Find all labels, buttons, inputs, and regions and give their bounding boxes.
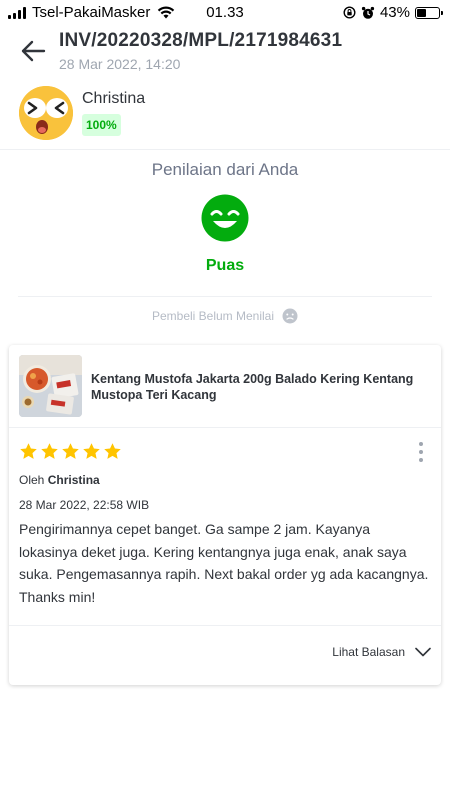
section-divider (0, 149, 450, 150)
product-image-icon (19, 355, 82, 417)
reviewer-line: Oleh Christina (19, 473, 100, 487)
buyer-status-text: Pembeli Belum Menilai (151, 309, 275, 323)
reviewer-prefix: Oleh (19, 473, 45, 487)
star-icon (41, 443, 58, 459)
reviewer-name: Christina (47, 473, 100, 487)
product-name[interactable]: Kentang Mustofa Jakarta 200g Balado Keri… (91, 371, 431, 403)
seller-name: Christina (82, 90, 146, 107)
rotation-lock-icon (343, 6, 356, 19)
status-bar: Tsel-PakaiMasker 01.33 43% (0, 0, 450, 26)
neutral-face-icon (282, 308, 298, 324)
buyer-rating-status: Pembeli Belum Menilai (0, 308, 450, 324)
smile-face-icon (201, 194, 249, 242)
star-icon (83, 443, 100, 459)
battery-icon (415, 6, 443, 19)
review-card: Kentang Mustofa Jakarta 200g Balado Keri… (9, 345, 441, 685)
battery-percent: 43% (379, 4, 410, 21)
arrow-left-icon (21, 40, 46, 62)
invoice-date: 28 Mar 2022, 14:20 (59, 56, 181, 72)
view-reply-button[interactable]: Lihat Balasan (332, 645, 431, 659)
review-date: 28 Mar 2022, 22:58 WIB (19, 498, 150, 512)
rating-divider (18, 296, 432, 297)
chevron-down-icon (415, 647, 431, 657)
status-right: 43% (343, 4, 443, 21)
product-thumbnail[interactable] (19, 355, 82, 417)
avatar[interactable] (19, 86, 73, 140)
invoice-number: INV/20220328/MPL/2171984631 (59, 30, 343, 51)
review-text: Pengirimannya cepet banget. Ga sampe 2 j… (19, 521, 429, 605)
back-button[interactable] (18, 36, 48, 66)
page-header: INV/20220328/MPL/2171984631 28 Mar 2022,… (0, 28, 450, 76)
card-divider (9, 427, 441, 428)
star-icon (104, 443, 121, 459)
star-icon (20, 443, 37, 459)
more-options-icon[interactable] (411, 441, 431, 463)
rating-title: Penilaian dari Anda (151, 160, 299, 179)
seller-score-badge: 100% (82, 114, 121, 136)
card-divider (9, 625, 441, 626)
view-reply-label: Lihat Balasan (332, 645, 405, 659)
star-rating (19, 442, 122, 461)
star-icon (62, 443, 79, 459)
cartoon-face-avatar (19, 86, 73, 140)
seller-info: Christina 100% (0, 86, 450, 146)
alarm-icon (361, 6, 375, 19)
rating-label: Puas (205, 257, 245, 274)
battery-fill (417, 8, 427, 17)
